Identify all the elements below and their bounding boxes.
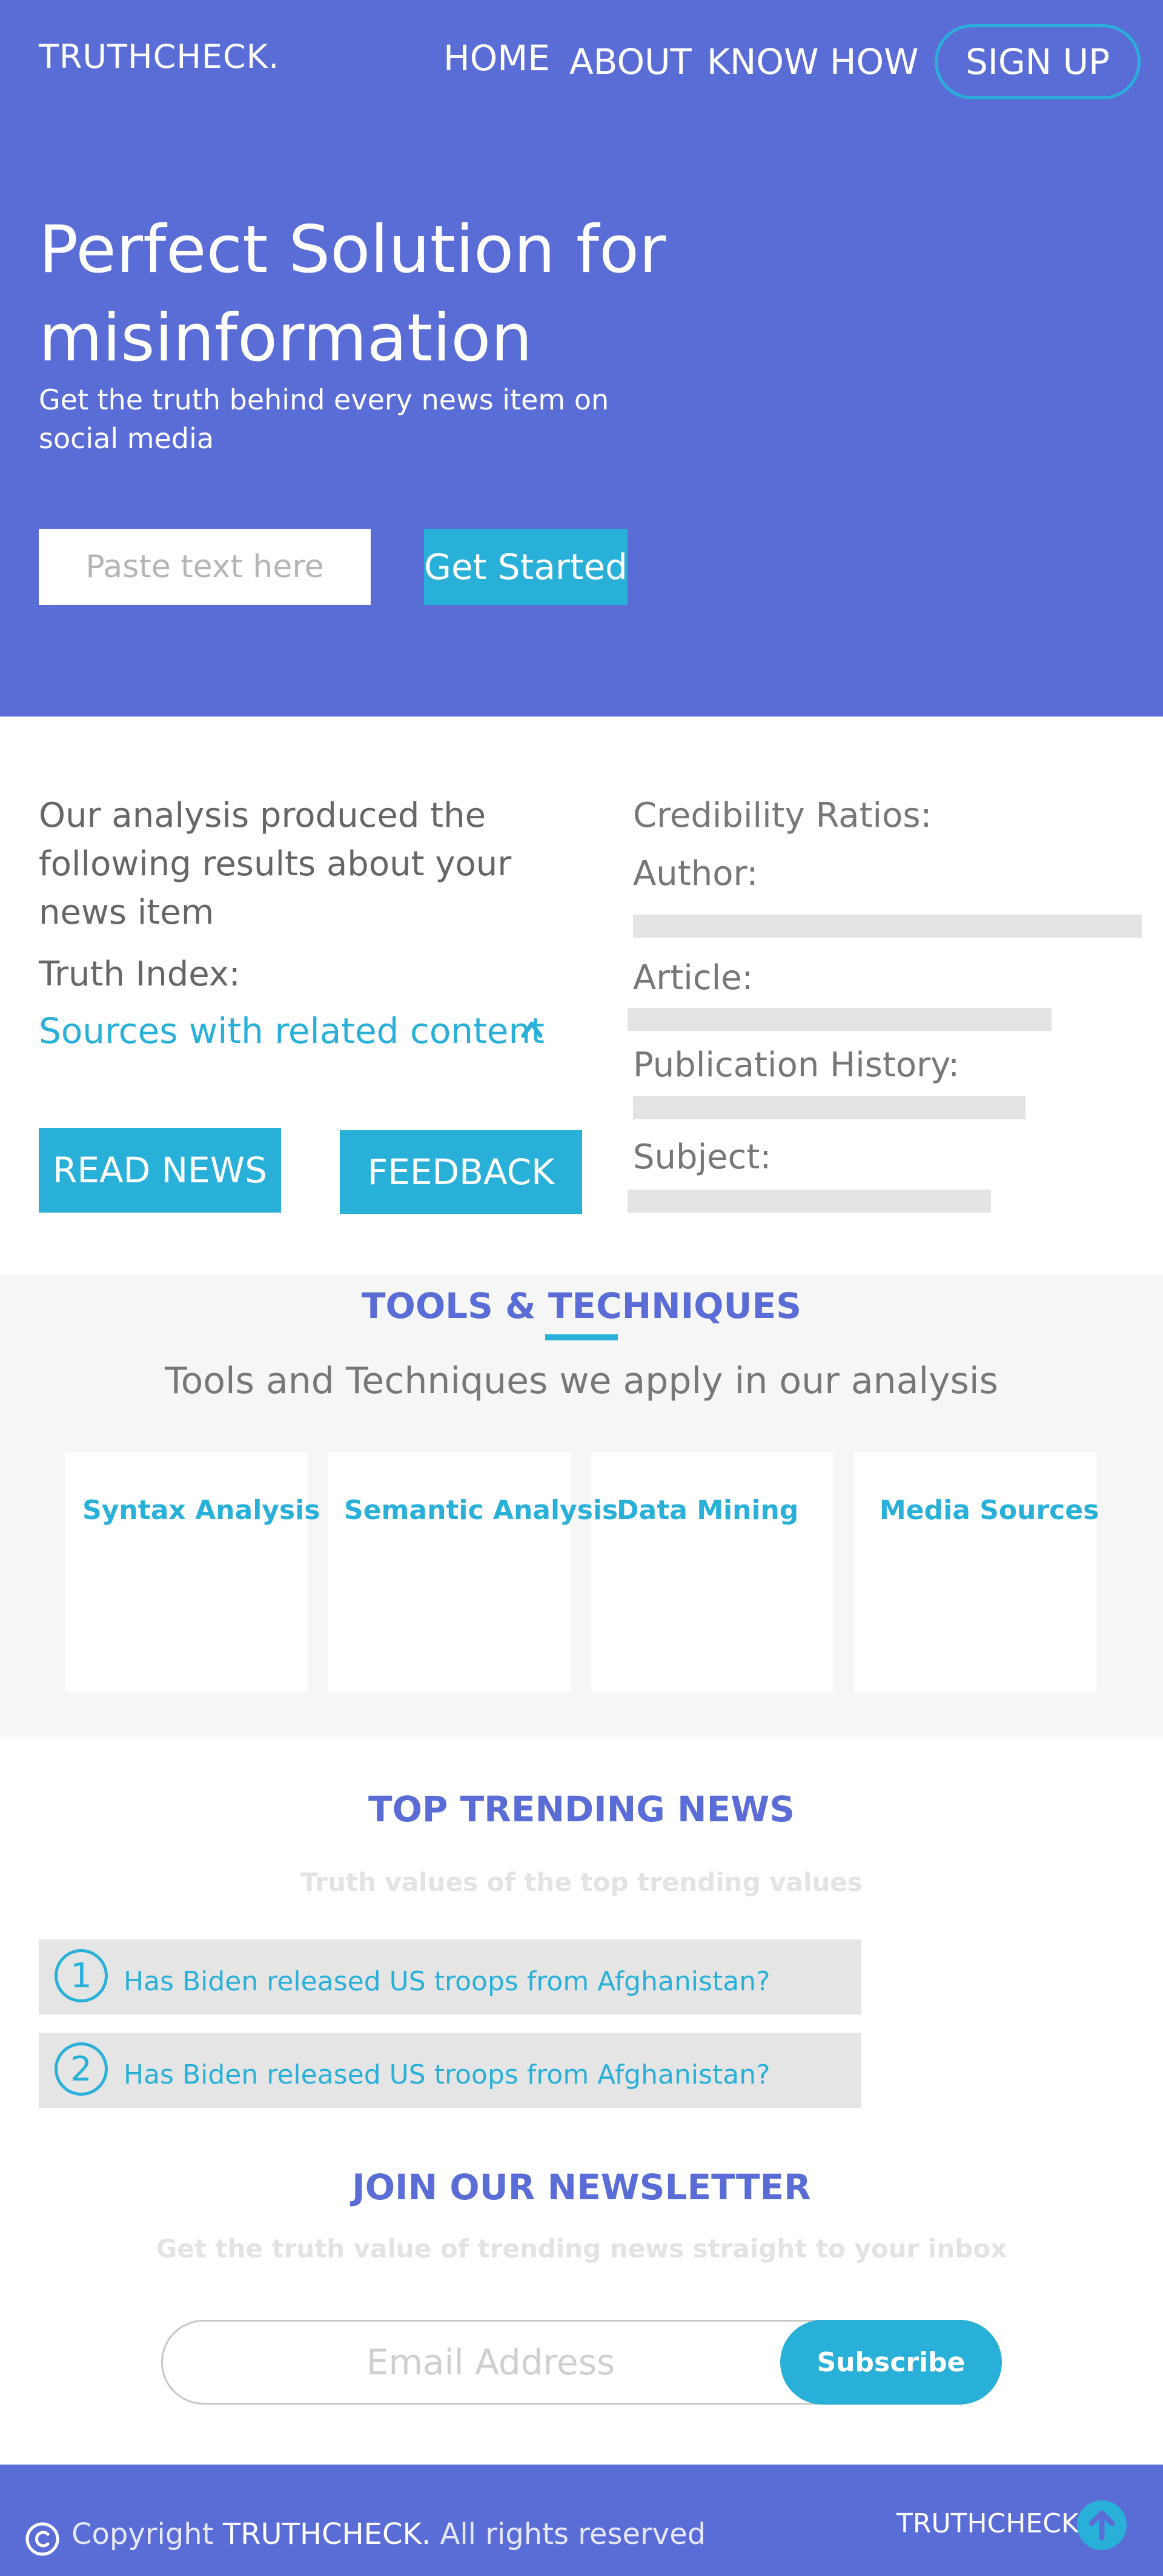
newsletter-title: JOIN OUR NEWSLETTER [352,2167,811,2208]
copyright-suffix: All rights reserved [440,2517,706,2551]
tool-name: Semantic Analysis [344,1495,618,1526]
cred-label-author: Author: [633,854,758,893]
rank-badge: 2 [55,2042,108,2096]
nav-about[interactable]: ABOUT [569,41,692,82]
copyright-text: Copyright TRUTHCHECK. All rights reserve… [71,2517,706,2551]
cred-bar-article [628,1008,1052,1031]
copyright-brand: TRUTHCHECK. [222,2517,431,2551]
tool-card-media-sources[interactable] [854,1452,1096,1692]
credibility-title: Credibility Ratios: [633,796,932,835]
tool-name: Syntax Analysis [82,1495,320,1526]
nav-know-how[interactable]: KNOW HOW [707,41,918,82]
cred-bar-publication-history [633,1096,1025,1119]
results-intro: Our analysis produced the following resu… [39,796,512,932]
trending-subtitle: Truth values of the top trending values [300,1867,863,1897]
copyright-icon [25,2522,59,2556]
subscribe-button[interactable]: Subscribe [780,2320,1002,2405]
trending-item-text[interactable]: Has Biden released US troops from Afghan… [124,1966,770,1997]
tools-subtitle: Tools and Techniques we apply in our ana… [165,1360,998,1402]
paste-text-input[interactable] [39,529,371,605]
tool-card-semantic[interactable] [328,1452,571,1692]
title-underline [545,1334,618,1340]
read-news-button[interactable]: READ NEWS [39,1128,281,1213]
rank-badge: 1 [55,1949,108,2002]
cred-label-article: Article: [633,958,754,998]
signup-button[interactable]: SIGN UP [935,24,1141,99]
hero-subtitle: Get the truth behind every news item on … [39,383,609,455]
chevron-up-icon[interactable] [520,1018,544,1042]
trending-item[interactable]: 1 Has Biden released US troops from Afgh… [39,1939,861,2015]
trending-title: TOP TRENDING NEWS [368,1789,795,1830]
cred-bar-author [633,915,1142,938]
sources-link[interactable]: Sources with related content [39,1010,545,1051]
trending-item-text[interactable]: Has Biden released US troops from Afghan… [124,2059,770,2090]
tools-title: TOOLS & TECHNIQUES [361,1285,802,1326]
tool-name: Media Sources [880,1495,1099,1526]
tool-card-syntax[interactable] [65,1452,308,1692]
cred-bar-subject [628,1190,991,1213]
footer-brand[interactable]: TRUTHCHECK [896,2508,1079,2539]
feedback-button[interactable]: FEEDBACK [340,1130,582,1214]
copyright-prefix: Copyright [71,2517,214,2551]
truth-index-label: Truth Index: [39,955,240,994]
hero-title: Perfect Solution for misinformation [39,212,666,376]
cred-label-subject: Subject: [633,1137,772,1177]
get-started-button[interactable]: Get Started [424,529,628,605]
newsletter-subtitle: Get the truth value of trending news str… [156,2234,1007,2263]
trending-item[interactable]: 2 Has Biden released US troops from Afgh… [39,2033,861,2108]
arrow-up-icon[interactable] [1077,2500,1127,2550]
cred-label-publication-history: Publication History: [633,1045,960,1085]
tool-card-data-mining[interactable] [591,1452,833,1692]
tool-name: Data Mining [617,1495,799,1526]
site-logo[interactable]: TRUTHCHECK. [39,38,279,76]
nav-home[interactable]: HOME [443,38,550,79]
